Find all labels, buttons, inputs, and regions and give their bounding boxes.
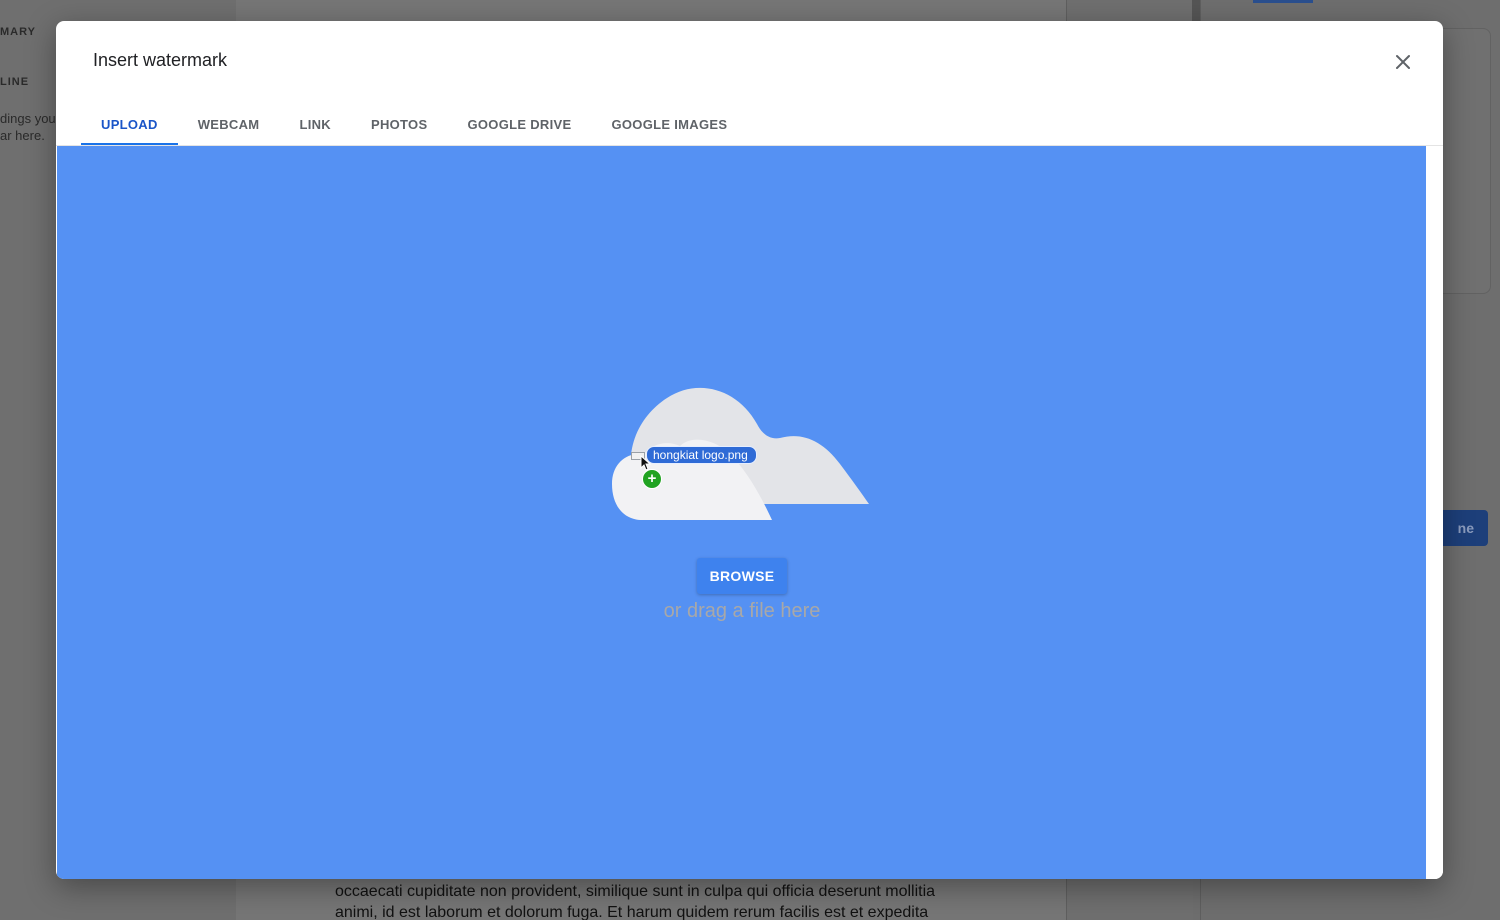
background-tab-indicator xyxy=(1253,0,1313,3)
background-sidebar-text: dings you xyxy=(0,111,56,126)
browse-button[interactable]: BROWSE xyxy=(697,558,787,594)
close-icon xyxy=(1396,55,1410,69)
dragged-file-chip: hongkiat logo.png xyxy=(646,446,757,464)
tab-webcam[interactable]: WEBCAM xyxy=(178,103,280,145)
insert-watermark-dialog: Insert watermark UPLOAD WEBCAM LINK PHOT… xyxy=(56,21,1443,879)
tab-google-images[interactable]: GOOGLE IMAGES xyxy=(591,103,747,145)
background-sidebar-label: LINE xyxy=(0,76,30,88)
copy-plus-icon: + xyxy=(642,469,662,489)
tab-photos[interactable]: PHOTOS xyxy=(351,103,447,145)
dialog-title: Insert watermark xyxy=(93,50,228,70)
background-sidebar-text: ar here. xyxy=(0,128,45,143)
upload-dropzone[interactable]: hongkiat logo.png + BROWSE or drag a fil… xyxy=(57,146,1426,879)
background-sidebar-label: MARY xyxy=(0,26,36,38)
dialog-scroll-gutter xyxy=(1426,146,1443,879)
close-button[interactable] xyxy=(1389,48,1417,76)
drag-hint-text: or drag a file here xyxy=(663,600,821,622)
tab-upload[interactable]: UPLOAD xyxy=(81,103,178,145)
source-tabs: UPLOAD WEBCAM LINK PHOTOS GOOGLE DRIVE G… xyxy=(81,103,747,145)
tab-google-drive[interactable]: GOOGLE DRIVE xyxy=(447,103,591,145)
background-paragraph: occaecati cupiditate non provident, simi… xyxy=(335,883,936,920)
tab-link[interactable]: LINK xyxy=(279,103,351,145)
